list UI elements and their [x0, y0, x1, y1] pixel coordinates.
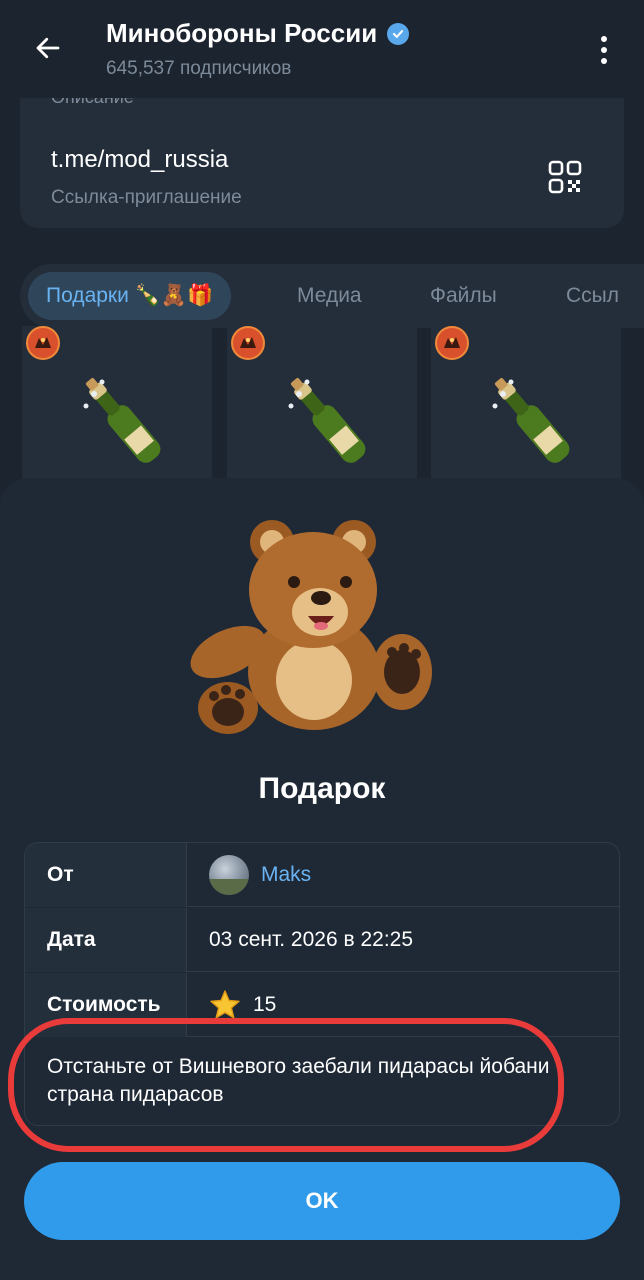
table-row-date: Дата 03 сент. 2026 в 22:25 [25, 908, 619, 972]
invite-link[interactable]: t.me/mod_russia [51, 146, 228, 174]
invite-link-label: Ссылка-приглашение [51, 187, 242, 208]
subscriber-count: 645,537 подписчиков [106, 58, 292, 79]
gift-message: Отстаньте от Вишневого заебали пидарасы … [47, 1055, 550, 1106]
more-menu-button[interactable] [592, 30, 616, 70]
champagne-bottle-icon [288, 378, 366, 463]
champagne-bottle-icon [83, 378, 161, 463]
star-icon [210, 990, 240, 1019]
cost-label: Стоимость [25, 973, 187, 1037]
sender-name[interactable]: Maks [261, 843, 311, 907]
tab-gifts[interactable]: Подарки 🍾🧸🎁 [28, 272, 232, 320]
champagne-bottle-icon [492, 378, 570, 463]
cost-value: 15 [209, 973, 276, 1037]
back-button[interactable] [28, 28, 68, 68]
table-row-cost: Стоимость 15 [25, 973, 619, 1037]
from-label: От [25, 843, 187, 907]
tab-links[interactable]: Ссыл [566, 272, 619, 320]
channel-avatar-icon [231, 326, 265, 360]
channel-title[interactable]: Минобороны России [106, 18, 410, 49]
more-vertical-icon [601, 36, 607, 42]
verified-badge-icon [387, 22, 410, 45]
tab-files[interactable]: Файлы [430, 272, 497, 320]
sender[interactable]: Maks [209, 843, 311, 907]
channel-avatar-icon [26, 326, 60, 360]
date-label: Дата [25, 908, 187, 972]
qr-code-icon [548, 160, 582, 194]
arrow-left-icon [36, 37, 60, 59]
channel-avatar-icon [435, 326, 469, 360]
channel-name: Минобороны России [106, 18, 378, 48]
chat-header: Минобороны России 645,537 подписчиков [0, 0, 644, 98]
date-value: 03 сент. 2026 в 22:25 [209, 928, 414, 951]
avatar [209, 855, 249, 895]
gift-title: Подарок [258, 772, 386, 805]
qr-code-button[interactable] [548, 160, 582, 194]
ok-button[interactable]: OK [24, 1162, 620, 1240]
teddy-bear-icon [190, 520, 432, 734]
cost-amount: 15 [253, 993, 277, 1016]
table-row-from: От Maks [25, 843, 619, 907]
gift-details-table: От Maks Дата 03 сент. 2026 в 22:25 Стоим… [24, 842, 620, 1126]
tab-media[interactable]: Медиа [297, 272, 362, 320]
profile-tabs: Подарки 🍾🧸🎁 Медиа Файлы Ссыл [20, 264, 644, 328]
